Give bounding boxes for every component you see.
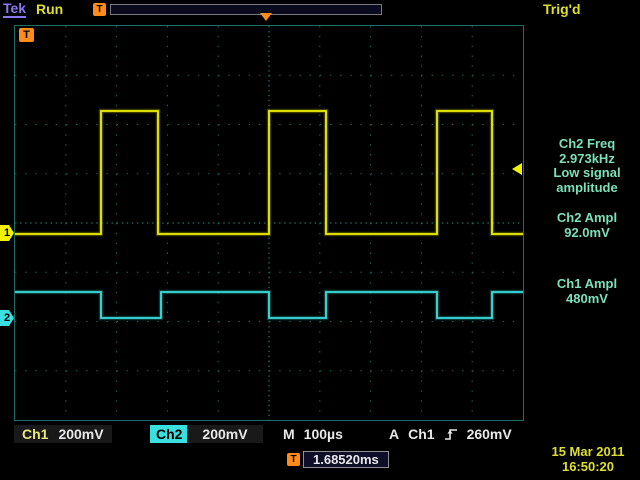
trigger-mode-label: A	[389, 426, 399, 442]
ch1-scale-readout: Ch1 200mV	[14, 425, 112, 443]
measurement-line: Ch1 Ampl	[534, 277, 640, 292]
ch2-ground-marker: 2	[0, 310, 14, 326]
trigger-time-marker: T	[19, 28, 34, 42]
trigger-readout: A Ch1 260mV	[389, 425, 512, 443]
ch2-scale-value: 200mV	[202, 426, 247, 442]
measurement-line: 92.0mV	[534, 226, 640, 241]
measurement-line: Ch2 Freq	[534, 137, 640, 152]
measurement-line: Ch2 Ampl	[534, 211, 640, 226]
ch2-scale-readout: 200mV	[187, 425, 263, 443]
trigger-t-badge: T	[93, 3, 106, 16]
ch1-ground-marker: 1	[0, 225, 14, 241]
measurement-line: amplitude	[534, 181, 640, 196]
time-text: 16:50:20	[536, 460, 640, 475]
trigger-status: Trig'd	[543, 1, 581, 18]
graticule-svg	[15, 26, 523, 420]
ch2-label-chip: Ch2	[150, 425, 188, 443]
measurement-ch2-ampl: Ch2 Ampl 92.0mV	[534, 211, 640, 240]
trigger-source-label: Ch1	[408, 426, 434, 442]
ch1-label: Ch1	[22, 426, 48, 442]
record-position-bar	[110, 4, 382, 15]
trigger-delay-value: 1.68520ms	[313, 452, 379, 467]
acquisition-status: Run	[36, 1, 63, 18]
ch1-scale-value: 200mV	[58, 426, 103, 442]
trigger-level-marker-icon	[512, 163, 522, 175]
trigger-delay-readout: 1.68520ms	[303, 451, 389, 468]
tek-logo: Tek	[3, 1, 26, 18]
trigger-level-value: 260mV	[467, 426, 512, 442]
timebase-label: M	[283, 426, 295, 442]
graticule	[14, 25, 524, 421]
measurement-line: 480mV	[534, 292, 640, 307]
timebase-value: 100µs	[304, 426, 343, 442]
trigger-position-marker-icon	[260, 13, 272, 21]
measurement-ch2-freq: Ch2 Freq 2.973kHz Low signal amplitude	[534, 137, 640, 195]
rising-edge-icon	[444, 428, 458, 441]
measurement-line: Low signal	[534, 166, 640, 181]
measurement-ch1-ampl: Ch1 Ampl 480mV	[534, 277, 640, 306]
ch2-label: Ch2	[156, 426, 182, 442]
trigger-delay-t-badge: T	[287, 453, 300, 466]
oscilloscope-screen: Tek Run T Trig'd T 1 2 Ch2 Freq 2.973kHz…	[0, 0, 640, 480]
date-text: 15 Mar 2011	[536, 445, 640, 460]
datetime-readout: 15 Mar 2011 16:50:20	[536, 445, 640, 474]
timebase-readout: M 100µs	[283, 425, 343, 443]
measurement-line: 2.973kHz	[534, 152, 640, 167]
